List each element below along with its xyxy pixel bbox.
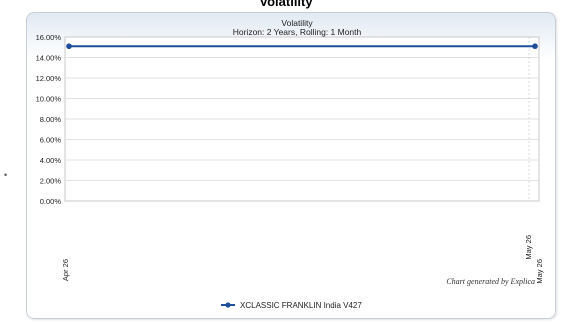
y-tick-label: 8.00% (40, 115, 62, 124)
y-tick-label: 6.00% (40, 136, 62, 145)
x-tick-label: May 26 (535, 259, 544, 284)
y-tick-label: 10.00% (36, 95, 62, 104)
chart-panel: Volatility Horizon: 2 Years, Rolling: 1 … (26, 12, 556, 319)
y-tick-label: 12.00% (36, 74, 62, 83)
chart-subtitle: Horizon: 2 Years, Rolling: 1 Month (233, 27, 362, 37)
side-mark: • (4, 170, 8, 180)
chart-credit: Chart generated by Explica (446, 277, 535, 286)
y-tick-label: 16.00% (36, 33, 62, 42)
x-tick-label-upper: May 26 (524, 235, 533, 260)
y-tick-label: 0.00% (40, 197, 62, 206)
data-point (532, 43, 538, 50)
volatility-chart: Volatility Horizon: 2 Years, Rolling: 1 … (36, 18, 544, 310)
y-tick-label: 14.00% (36, 54, 62, 63)
y-tick-label: 4.00% (40, 156, 62, 165)
legend-series-label: XCLASSIC FRANKLIN India V427 (240, 301, 362, 310)
x-tick-label: Apr 26 (61, 259, 70, 281)
page-title: Volatility (259, 0, 313, 9)
y-tick-label: 2.00% (40, 177, 62, 186)
data-point (66, 43, 72, 50)
legend: XCLASSIC FRANKLIN India V427 (221, 301, 362, 310)
legend-series-marker (225, 302, 231, 308)
y-tick-labels: 0.00% 2.00% 4.00% 6.00% 8.00% 10.00% 12.00% 14.… (36, 33, 62, 206)
